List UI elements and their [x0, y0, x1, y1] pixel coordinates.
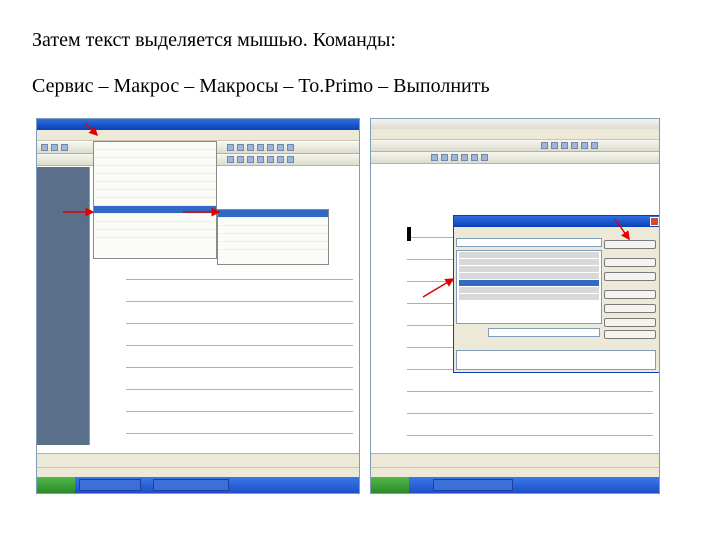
instruction-line-2: Сервис – Макрос – Макросы – To.Primo – В…: [32, 75, 490, 97]
start-button[interactable]: [371, 477, 409, 493]
screenshot-word-service-menu: [36, 118, 360, 494]
drawing-toolbar: [37, 453, 359, 467]
taskbar: [371, 477, 659, 493]
instruction-line-1: Затем текст выделяется мышью. Команды:: [32, 29, 396, 51]
status-bar: [371, 467, 659, 477]
taskbar-button[interactable]: [433, 479, 513, 491]
red-arrow-icon: [422, 218, 630, 298]
status-bar: [37, 467, 359, 477]
screenshot-macro-dialog: [370, 118, 660, 494]
drawing-toolbar: [371, 453, 659, 467]
start-button[interactable]: [37, 477, 75, 493]
red-arrow-icon: [63, 122, 221, 217]
taskbar: [37, 477, 359, 493]
taskbar-button[interactable]: [153, 479, 229, 491]
taskbar-button[interactable]: [79, 479, 141, 491]
